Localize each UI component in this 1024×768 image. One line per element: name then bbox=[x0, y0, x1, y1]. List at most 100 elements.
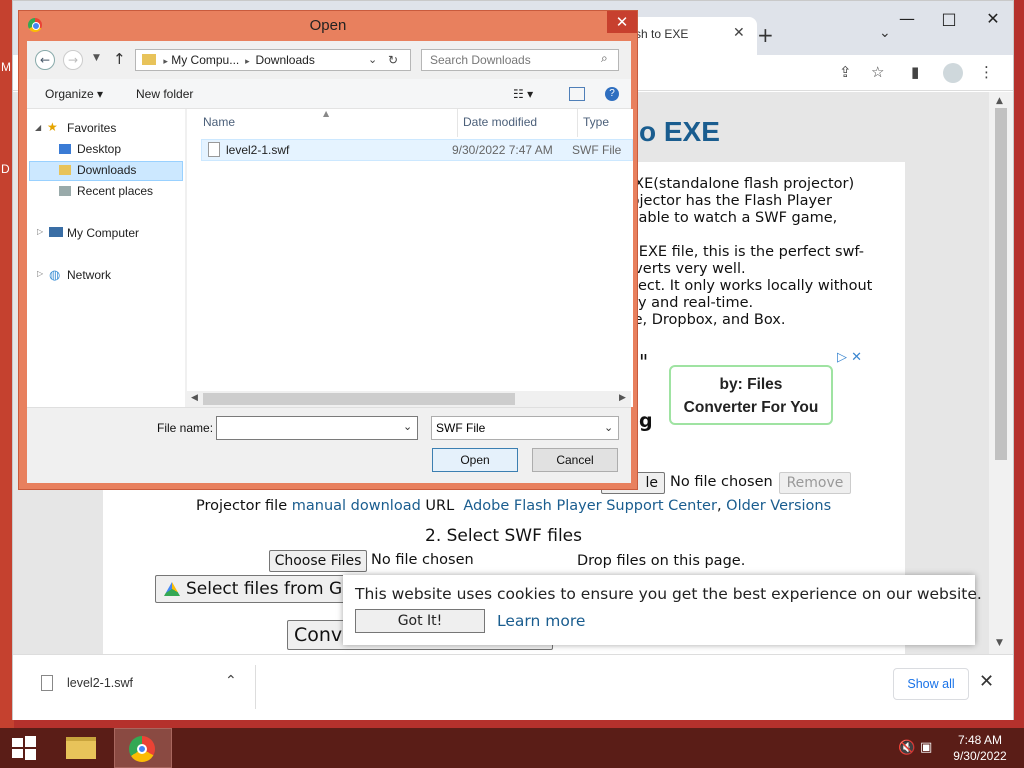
close-window-button[interactable]: ✕ bbox=[983, 9, 1003, 28]
description-line: nverts very well. bbox=[625, 261, 746, 277]
close-shelf-icon[interactable]: ✕ bbox=[979, 671, 994, 692]
forward-arrow-icon[interactable]: → bbox=[63, 50, 83, 70]
description-line bbox=[625, 227, 905, 244]
dialog-body: ← → ▼ ↑ ▸ My Compu... ▸ Downloads ⌄ ↻ Se… bbox=[27, 41, 633, 483]
chevron-down-icon[interactable]: ⌄ bbox=[368, 50, 377, 70]
description-line: n EXE file, this is the perfect swf- bbox=[625, 244, 864, 260]
file-type-value: SWF File bbox=[436, 421, 486, 435]
ad-line: Converter For You bbox=[683, 399, 819, 416]
scroll-thumb[interactable] bbox=[203, 393, 515, 405]
bookmark-star-icon[interactable]: ☆ bbox=[871, 63, 884, 81]
search-input[interactable]: Search Downloads bbox=[421, 49, 619, 71]
manual-download-link[interactable]: manual download bbox=[292, 498, 421, 514]
chevron-up-icon[interactable]: ⌃ bbox=[225, 673, 237, 689]
address-bar[interactable]: ▸ My Compu... ▸ Downloads ⌄ ↻ bbox=[135, 49, 411, 71]
system-clock[interactable]: 7:48 AM 9/30/2022 bbox=[940, 732, 1020, 764]
share-icon[interactable]: ⇪ bbox=[839, 63, 852, 81]
chrome-taskbar[interactable] bbox=[114, 728, 172, 768]
desktop-icon bbox=[59, 144, 71, 154]
nav-recent[interactable]: Recent places bbox=[77, 184, 153, 198]
google-drive-button[interactable]: Select files from G bbox=[155, 575, 355, 603]
projector-line: Projector file manual download URL Adobe… bbox=[196, 498, 831, 514]
breadcrumb-downloads[interactable]: Downloads bbox=[255, 53, 314, 67]
clock-time: 7:48 AM bbox=[957, 733, 1003, 747]
sort-arrow-icon: ▲ bbox=[323, 109, 330, 118]
side-panel-icon[interactable]: ▮ bbox=[911, 63, 919, 81]
file-list: ▲ Name Date modified Type level2-1.swf 9… bbox=[187, 109, 633, 407]
back-arrow-icon[interactable]: ← bbox=[35, 50, 55, 70]
network-icon: ◍ bbox=[49, 267, 61, 282]
column-header-type[interactable]: Type bbox=[583, 115, 609, 129]
projector-label: Projector file bbox=[196, 498, 288, 514]
help-icon[interactable]: ? bbox=[605, 87, 619, 101]
preview-pane-icon[interactable] bbox=[569, 87, 585, 101]
desktop-icon-label: D bbox=[1, 162, 10, 176]
volume-muted-icon[interactable]: 🔇 bbox=[898, 740, 915, 756]
organize-button[interactable]: Organize ▾ bbox=[45, 87, 103, 101]
nav-my-computer[interactable]: My Computer bbox=[67, 226, 139, 240]
maximize-button[interactable]: □ bbox=[939, 9, 959, 28]
tab-title: sh to EXE bbox=[635, 27, 689, 41]
download-item-name[interactable]: level2-1.swf bbox=[67, 676, 133, 690]
chevron-down-icon[interactable]: ⌄ bbox=[403, 420, 412, 433]
show-all-button[interactable]: Show all bbox=[893, 668, 969, 700]
cookie-accept-button[interactable]: Got It! bbox=[355, 609, 485, 633]
download-shelf: level2-1.swf ⌃ Show all ✕ bbox=[13, 654, 1013, 720]
scroll-left-arrow-icon[interactable]: ◀ bbox=[191, 393, 198, 403]
expand-arrow-icon[interactable]: ▷ bbox=[37, 269, 43, 278]
menu-kebab-icon[interactable]: ⋮ bbox=[979, 63, 994, 81]
recent-locations-icon[interactable]: ▼ bbox=[93, 53, 100, 63]
column-header-name[interactable]: Name bbox=[203, 115, 235, 129]
open-button[interactable]: Open bbox=[432, 448, 518, 472]
dialog-footer: File name: ⌄ SWF File ⌄ Open Cancel bbox=[27, 407, 631, 483]
recent-places-icon bbox=[59, 186, 71, 196]
profile-avatar[interactable] bbox=[943, 63, 963, 83]
horizontal-scrollbar[interactable]: ◀ ▶ bbox=[187, 391, 631, 407]
cookie-text: This website uses cookies to ensure you … bbox=[355, 585, 982, 603]
ad-line: by: Files bbox=[719, 376, 783, 393]
minimize-button[interactable]: — bbox=[897, 9, 917, 28]
scroll-right-arrow-icon[interactable]: ▶ bbox=[619, 393, 626, 403]
description-line: ve, Dropbox, and Box. bbox=[625, 312, 786, 328]
nav-favorites[interactable]: Favorites bbox=[67, 121, 116, 135]
adobe-support-link[interactable]: Adobe Flash Player Support Center bbox=[463, 498, 717, 514]
description-line: ely and real-time. bbox=[625, 295, 754, 311]
file-name-label: File name: bbox=[157, 421, 214, 435]
ad-banner[interactable]: by: Files Converter For You bbox=[669, 365, 833, 425]
expand-arrow-icon[interactable]: ▷ bbox=[37, 227, 43, 236]
ad-choices-icon[interactable]: ▷ ✕ bbox=[837, 350, 862, 365]
choose-files-button[interactable]: Choose Files bbox=[269, 550, 367, 572]
browser-tab[interactable]: sh to EXE ✕ bbox=[625, 17, 757, 55]
breadcrumb-computer[interactable]: My Compu... bbox=[171, 53, 239, 67]
file-explorer-taskbar[interactable] bbox=[62, 728, 98, 768]
file-name-input[interactable] bbox=[216, 416, 418, 440]
scroll-down-arrow-icon[interactable]: ▼ bbox=[996, 638, 1003, 648]
tab-search-icon[interactable]: ⌄ bbox=[879, 25, 891, 41]
refresh-icon[interactable]: ↻ bbox=[388, 50, 398, 70]
page-scrollbar[interactable]: ▲ ▼ bbox=[989, 92, 1013, 654]
up-arrow-icon[interactable]: ↑ bbox=[113, 50, 126, 68]
new-tab-button[interactable]: + bbox=[757, 23, 774, 47]
scroll-up-arrow-icon[interactable]: ▲ bbox=[996, 96, 1003, 106]
cancel-button[interactable]: Cancel bbox=[532, 448, 618, 472]
learn-more-link[interactable]: Learn more bbox=[497, 612, 585, 630]
network-icon[interactable]: ▣ bbox=[920, 740, 932, 755]
scroll-thumb[interactable] bbox=[995, 108, 1007, 460]
column-header-date[interactable]: Date modified bbox=[463, 115, 537, 129]
nav-desktop[interactable]: Desktop bbox=[77, 142, 121, 156]
search-icon[interactable]: ⌕ bbox=[601, 51, 608, 66]
dialog-close-button[interactable]: ✕ bbox=[607, 11, 637, 33]
older-versions-link[interactable]: Older Versions bbox=[726, 498, 831, 514]
file-row[interactable]: level2-1.swf 9/30/2022 7:47 AM SWF File bbox=[201, 139, 633, 161]
tab-close-icon[interactable]: ✕ bbox=[733, 25, 745, 41]
file-type-select[interactable]: SWF File ⌄ bbox=[431, 416, 619, 440]
nav-network[interactable]: Network bbox=[67, 268, 111, 282]
url-label: URL bbox=[425, 498, 455, 514]
new-folder-button[interactable]: New folder bbox=[136, 87, 193, 101]
remove-button[interactable]: Remove bbox=[779, 472, 851, 494]
view-options-icon[interactable]: ☷ ▾ bbox=[513, 87, 533, 101]
nav-downloads[interactable]: Downloads bbox=[77, 163, 136, 177]
expand-arrow-icon[interactable]: ◢ bbox=[35, 123, 41, 132]
projector-no-file-text: No file chosen bbox=[670, 474, 773, 490]
start-button[interactable] bbox=[6, 728, 42, 768]
